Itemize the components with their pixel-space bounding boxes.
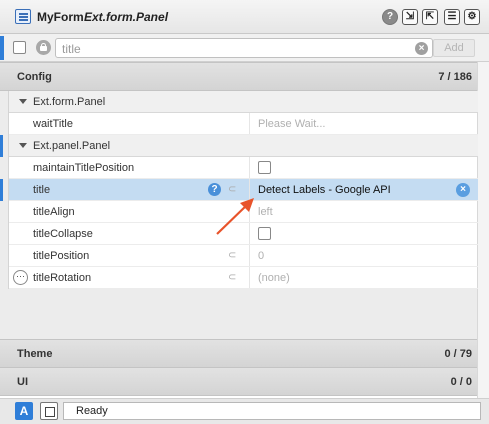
property-name: titleRotation	[33, 272, 92, 284]
collapse-triangle-icon[interactable]	[19, 99, 27, 104]
collapse-triangle-icon[interactable]	[19, 143, 27, 148]
property-value: Please Wait...	[258, 118, 326, 130]
property-value-cell[interactable]	[249, 157, 478, 178]
property-checkbox[interactable]	[258, 227, 271, 240]
group-label: Ext.form.Panel	[33, 96, 106, 108]
auto-button[interactable]: A	[15, 402, 33, 420]
clear-search-icon[interactable]: ×	[415, 42, 428, 55]
group-label: Ext.panel.Panel	[33, 140, 111, 152]
import-icon[interactable]: ⇱	[422, 9, 438, 25]
status-text: Ready	[63, 402, 481, 420]
ui-section-header[interactable]: UI 0 / 0	[0, 367, 477, 396]
config-grid: Ext.form.Panel waitTitle Please Wait... …	[8, 91, 478, 289]
link-icon[interactable]: ⊂	[228, 184, 236, 195]
more-options-icon[interactable]: ···	[13, 270, 28, 285]
property-name: title	[33, 184, 51, 196]
external-icon[interactable]	[40, 402, 58, 420]
table-row[interactable]: waitTitle Please Wait...	[9, 113, 478, 135]
help-icon[interactable]: ?	[382, 9, 398, 25]
config-body: Ext.form.Panel waitTitle Please Wait... …	[0, 91, 478, 342]
config-section-header[interactable]: Config 7 / 186	[0, 62, 477, 91]
property-name: titlePosition	[33, 250, 90, 262]
group-row-form-panel[interactable]: Ext.form.Panel	[9, 91, 478, 113]
property-name: waitTitle	[33, 118, 73, 130]
list-view-icon[interactable]: ☰	[444, 9, 460, 25]
property-value: left	[258, 206, 273, 218]
theme-section-header[interactable]: Theme 0 / 79	[0, 339, 477, 368]
status-bar: A Ready	[0, 398, 489, 424]
property-checkbox[interactable]	[258, 161, 271, 174]
property-value-cell[interactable]: Please Wait...	[249, 113, 478, 134]
export-icon[interactable]: ⇲	[402, 9, 418, 25]
group-accent-bar	[0, 135, 3, 157]
panel-title-bar: MyForm Ext.form.Panel ? ⇲ ⇱ ☰ ⚙	[0, 0, 489, 34]
link-icon[interactable]: ⊂	[228, 272, 236, 283]
component-name: MyForm	[37, 10, 84, 24]
table-row[interactable]: maintainTitlePosition	[9, 157, 478, 179]
section-label: Config	[17, 71, 52, 83]
help-icon[interactable]: ?	[208, 183, 221, 196]
scrollbar[interactable]	[477, 62, 489, 398]
property-name: titleAlign	[33, 206, 75, 218]
form-component-icon	[15, 9, 31, 24]
property-value-cell[interactable]: Detect Labels - Google API ×	[249, 179, 478, 200]
table-row[interactable]: titleCollapse	[9, 223, 478, 245]
section-count: 0 / 79	[444, 348, 472, 360]
table-row[interactable]: ··· titleRotation ⊂ (none)	[9, 267, 478, 289]
lock-icon[interactable]	[36, 40, 51, 55]
component-class: Ext.form.Panel	[84, 10, 169, 24]
gear-icon[interactable]: ⚙	[464, 9, 480, 25]
config-filter-row: × Add	[0, 34, 489, 62]
section-label: Theme	[17, 348, 53, 360]
clear-value-icon[interactable]: ×	[456, 183, 470, 197]
selected-accent-bar	[0, 179, 3, 201]
property-value-cell[interactable]: 0	[249, 245, 478, 266]
property-value: Detect Labels - Google API	[258, 184, 391, 196]
table-row[interactable]: titleAlign left	[9, 201, 478, 223]
property-name: titleCollapse	[33, 228, 93, 240]
property-value-cell[interactable]: (none)	[249, 267, 478, 288]
section-count: 0 / 0	[450, 376, 472, 388]
section-label: UI	[17, 376, 28, 388]
table-row-selected[interactable]: title ? ⊂ Detect Labels - Google API ×	[9, 179, 478, 201]
focus-accent-bar	[0, 36, 4, 60]
group-row-panel[interactable]: Ext.panel.Panel	[9, 135, 478, 157]
search-input[interactable]	[62, 41, 402, 56]
property-value: 0	[258, 250, 265, 262]
property-value-cell[interactable]	[249, 223, 478, 244]
link-icon[interactable]: ⊂	[228, 250, 236, 261]
property-name: maintainTitlePosition	[33, 162, 135, 174]
search-box: ×	[55, 38, 433, 58]
add-button[interactable]: Add	[433, 39, 475, 57]
section-count: 7 / 186	[438, 71, 472, 83]
table-row[interactable]: titlePosition ⊂ 0	[9, 245, 478, 267]
show-all-checkbox[interactable]	[13, 41, 26, 54]
property-value: (none)	[258, 272, 290, 284]
property-value-cell[interactable]: left	[249, 201, 478, 222]
